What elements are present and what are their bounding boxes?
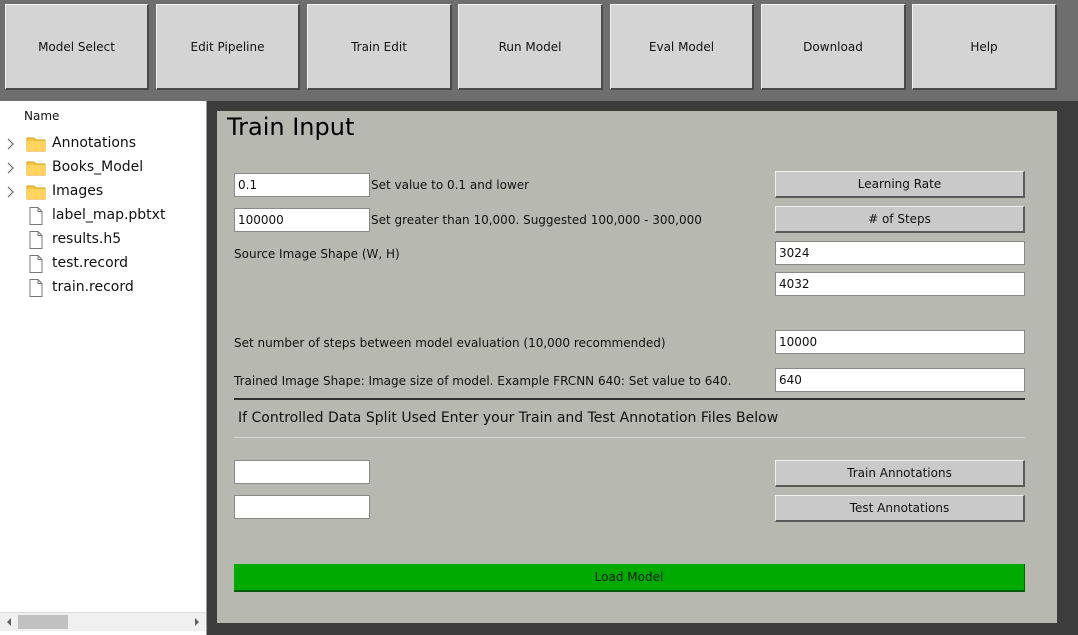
tree-item-train-record[interactable]: train.record [0, 277, 200, 299]
file-icon [29, 207, 43, 225]
folder-icon [26, 161, 46, 176]
scrollbar-thumb[interactable] [18, 615, 68, 629]
file-icon [29, 231, 43, 249]
tree-item-books-model[interactable]: Books_Model [0, 157, 200, 179]
learning-rate-hint: Set value to 0.1 and lower [371, 178, 530, 192]
num-steps-input[interactable] [234, 208, 370, 232]
tree-item-label-map[interactable]: label_map.pbtxt [0, 205, 200, 227]
folder-icon [26, 137, 46, 152]
top-toolbar: Model Select Edit Pipeline Train Edit Ru… [0, 0, 1078, 101]
section-divider-light [234, 437, 1025, 438]
chevron-right-icon[interactable] [6, 186, 16, 198]
test-annotations-button[interactable]: Test Annotations [775, 495, 1025, 522]
trained-shape-label: Trained Image Shape: Image size of model… [234, 374, 732, 388]
tree-item-results[interactable]: results.h5 [0, 229, 200, 251]
tree-item-test-record[interactable]: test.record [0, 253, 200, 275]
eval-model-button[interactable]: Eval Model [610, 4, 754, 90]
scroll-left-icon[interactable] [0, 613, 17, 631]
source-width-input[interactable] [775, 241, 1025, 265]
train-annotations-input[interactable] [234, 460, 370, 484]
source-height-input[interactable] [775, 272, 1025, 296]
learning-rate-input[interactable] [234, 173, 370, 197]
edit-pipeline-button[interactable]: Edit Pipeline [156, 4, 300, 90]
tree-item-annotations[interactable]: Annotations [0, 133, 200, 155]
file-icon [29, 279, 43, 297]
run-model-button[interactable]: Run Model [458, 4, 603, 90]
train-annotations-button[interactable]: Train Annotations [775, 460, 1025, 487]
trained-shape-input[interactable] [775, 368, 1025, 392]
tree-item-label: train.record [52, 279, 134, 295]
eval-steps-label: Set number of steps between model evalua… [234, 336, 666, 350]
tree-item-label: Annotations [52, 135, 137, 151]
load-model-button[interactable]: Load Model [234, 564, 1025, 592]
horizontal-scrollbar[interactable] [0, 612, 206, 631]
num-steps-button[interactable]: # of Steps [775, 206, 1025, 233]
model-select-button[interactable]: Model Select [5, 4, 149, 90]
tree-item-label: test.record [52, 255, 129, 271]
tree-item-label: Books_Model [52, 159, 144, 175]
test-annotations-input[interactable] [234, 495, 370, 519]
folder-icon [26, 185, 46, 200]
tree-item-label: label_map.pbtxt [52, 207, 166, 223]
tree-item-images[interactable]: Images [0, 181, 200, 203]
file-tree: Name Annotations Books_Model Images labe… [0, 101, 207, 635]
train-edit-button[interactable]: Train Edit [307, 4, 452, 90]
split-section-heading: If Controlled Data Split Used Enter your… [238, 410, 779, 426]
scroll-right-icon[interactable] [188, 613, 205, 631]
help-button[interactable]: Help [912, 4, 1057, 90]
download-button[interactable]: Download [761, 4, 906, 90]
num-steps-hint: Set greater than 10,000. Suggested 100,0… [371, 213, 702, 227]
tree-column-header[interactable]: Name [24, 109, 59, 123]
source-shape-label: Source Image Shape (W, H) [234, 247, 400, 261]
section-divider [234, 398, 1025, 400]
eval-steps-input[interactable] [775, 330, 1025, 354]
learning-rate-button[interactable]: Learning Rate [775, 171, 1025, 198]
chevron-right-icon[interactable] [6, 138, 16, 150]
chevron-right-icon[interactable] [6, 162, 16, 174]
file-icon [29, 255, 43, 273]
train-input-panel: Train Input Set value to 0.1 and lower L… [217, 111, 1057, 623]
page-title: Train Input [227, 113, 355, 141]
tree-item-label: Images [52, 183, 104, 199]
tree-item-label: results.h5 [52, 231, 122, 247]
